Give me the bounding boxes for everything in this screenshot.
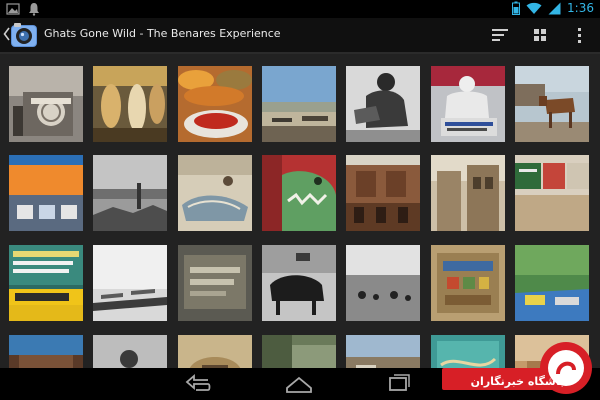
- photo-thumbnail[interactable]: [262, 155, 336, 231]
- wifi-icon: [526, 2, 542, 14]
- photo-thumbnail[interactable]: [93, 335, 167, 368]
- page-title: Ghats Gone Wild - The Benares Experience: [44, 27, 281, 40]
- photo-thumbnail[interactable]: [431, 155, 505, 231]
- grid-view-icon[interactable]: [530, 25, 550, 45]
- watermark-logo: باشگاه خبرنگاران: [442, 340, 594, 396]
- photo-thumbnail[interactable]: [93, 245, 167, 321]
- photo-thumbnail[interactable]: [178, 335, 252, 368]
- photo-thumbnail[interactable]: [346, 66, 420, 142]
- photo-thumbnail[interactable]: [346, 245, 420, 321]
- notification-icon: [29, 3, 39, 16]
- photo-thumbnail[interactable]: [178, 245, 252, 321]
- photo-thumbnail[interactable]: [515, 245, 589, 321]
- photo-thumbnail[interactable]: [93, 155, 167, 231]
- photo-thumbnail[interactable]: [431, 66, 505, 142]
- watermark-text: باشگاه خبرنگاران: [470, 375, 564, 388]
- photo-grid: [0, 54, 600, 368]
- photo-thumbnail[interactable]: [515, 155, 589, 231]
- photo-thumbnail[interactable]: [262, 335, 336, 368]
- app-logo-icon[interactable]: [10, 22, 38, 48]
- status-time: 1:36: [567, 1, 594, 15]
- photo-thumbnail[interactable]: [9, 245, 83, 321]
- photo-thumbnail[interactable]: [262, 66, 336, 142]
- photo-thumbnail[interactable]: [262, 245, 336, 321]
- action-bar: Ghats Gone Wild - The Benares Experience: [0, 18, 600, 52]
- back-icon[interactable]: [184, 372, 214, 396]
- photo-thumbnail[interactable]: [346, 335, 420, 368]
- photo-thumbnail[interactable]: [178, 155, 252, 231]
- photo-thumbnail[interactable]: [515, 66, 589, 142]
- battery-icon: [512, 1, 521, 15]
- recent-apps-icon[interactable]: [384, 372, 414, 396]
- signal-icon: [548, 2, 561, 14]
- photo-thumbnail[interactable]: [93, 66, 167, 142]
- photo-thumbnail[interactable]: [431, 245, 505, 321]
- home-icon[interactable]: [284, 372, 314, 396]
- overflow-menu-icon[interactable]: [569, 25, 589, 45]
- gallery-icon: [6, 3, 20, 15]
- sort-icon[interactable]: [490, 25, 510, 45]
- photo-thumbnail[interactable]: [178, 66, 252, 142]
- photo-thumbnail[interactable]: [9, 335, 83, 368]
- status-bar: 1:36: [0, 0, 600, 18]
- photo-thumbnail[interactable]: [346, 155, 420, 231]
- photo-thumbnail[interactable]: [9, 155, 83, 231]
- photo-thumbnail[interactable]: [9, 66, 83, 142]
